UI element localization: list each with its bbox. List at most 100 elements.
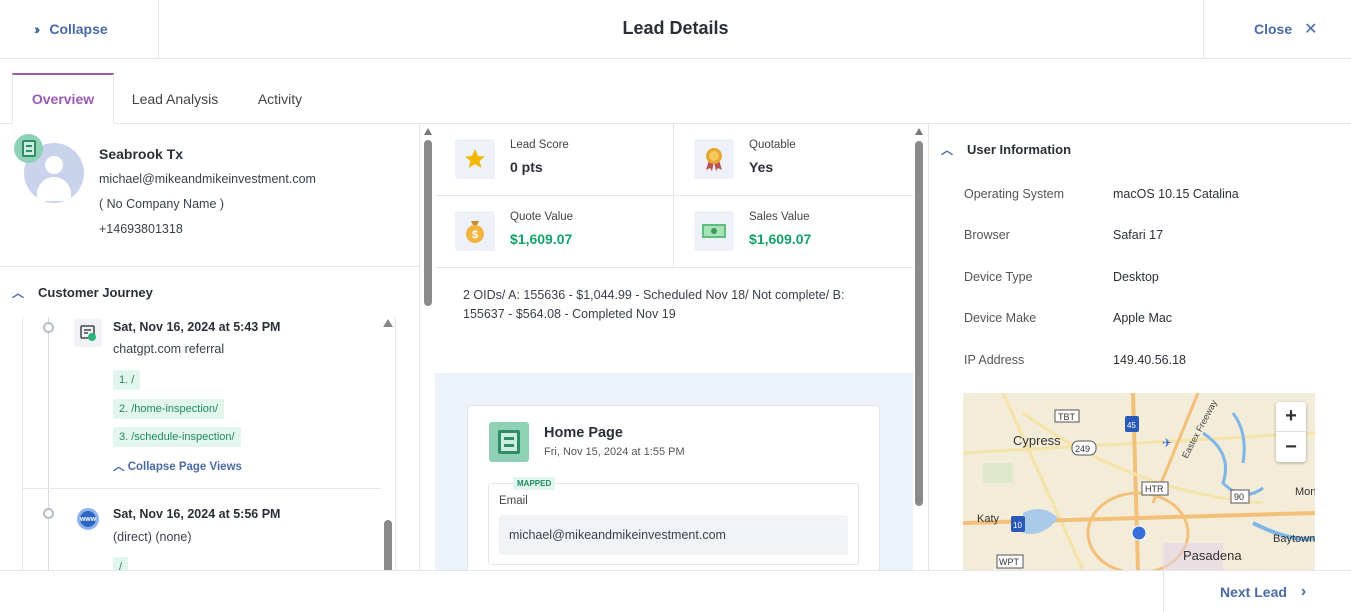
os-value: macOS 10.15 Catalina [1113, 187, 1239, 201]
map-label-baytown: Baytown [1273, 533, 1315, 545]
map-label-mon: Mon [1295, 486, 1315, 498]
page-view-chip[interactable]: / [113, 557, 129, 570]
lead-note: 2 OIDs/ A: 155636 - $1,044.99 - Schedule… [463, 288, 845, 321]
form-field: MAPPED Email michael@mikeandmikeinvestme… [488, 477, 859, 565]
quotable-value: Yes [749, 159, 774, 175]
journey-scrollbar[interactable] [383, 317, 393, 570]
star-icon [455, 139, 495, 179]
page-title: Lead Details [622, 18, 729, 38]
sales-value-amount: $1,609.07 [749, 231, 812, 247]
map-shield: 10 [1013, 521, 1022, 530]
map-label-katy: Katy [977, 513, 1000, 525]
browser-value: Safari 17 [1113, 228, 1164, 242]
form-icon [489, 422, 529, 462]
mapped-badge: MAPPED [513, 477, 556, 490]
close-icon: ✕ [1304, 21, 1318, 38]
device-make-value: Apple Mac [1113, 311, 1173, 325]
quotable-card: Quotable Yes [674, 124, 913, 196]
lead-score-card: Lead Score 0 pts [435, 124, 674, 196]
scroll-up-icon[interactable] [383, 319, 393, 327]
tab-lead-analysis[interactable]: Lead Analysis [124, 73, 226, 124]
double-chevron-right-icon: ›› [34, 21, 41, 37]
top-bar: ›› Collapse Lead Details Close ✕ [0, 0, 1351, 59]
page-view-chip[interactable]: 3. /schedule-inspection/ [113, 427, 241, 447]
tab-bar: Overview Lead Analysis Activity [0, 59, 1351, 124]
quote-value-amount: $1,609.07 [510, 231, 573, 247]
device-make-label: Device Make [964, 311, 1037, 325]
form-view-icon [74, 319, 102, 347]
lead-score-value: 0 pts [510, 159, 543, 175]
location-map[interactable]: Cypress Katy Pasadena Baytown Mon Eastex… [963, 393, 1315, 570]
close-label: Close [1254, 21, 1293, 37]
chevron-right-icon: › [1300, 582, 1307, 600]
form-submission-card: Home Page Fri, Nov 15, 2024 at 1:55 PM M… [467, 405, 880, 580]
scroll-thumb[interactable] [384, 520, 392, 570]
zoom-out-button[interactable]: − [1276, 432, 1306, 462]
journey-event-time: Sat, Nov 16, 2024 at 5:56 PM [113, 507, 281, 521]
quote-value-card: $ Quote Value $1,609.07 [435, 196, 674, 268]
middle-panel: Lead Score 0 pts Quotable Yes $ Quote Va… [435, 124, 913, 580]
collapse-label: Collapse [49, 21, 108, 37]
form-icon [14, 134, 43, 163]
close-button[interactable]: Close ✕ [1203, 0, 1351, 58]
zoom-in-button[interactable]: + [1276, 402, 1306, 432]
scroll-up-icon[interactable] [424, 128, 432, 135]
customer-journey-list[interactable]: Sat, Nov 16, 2024 at 5:43 PM chatgpt.com… [22, 317, 396, 570]
chevron-up-icon: ︿ [113, 461, 128, 473]
browser-label: Browser [964, 228, 1010, 242]
divider [23, 488, 381, 489]
scroll-thumb[interactable] [424, 140, 432, 306]
page-view-chip[interactable]: 2. /home-inspection/ [113, 399, 225, 419]
cash-stack-icon [694, 211, 734, 251]
map-shield: TBT [1058, 412, 1076, 422]
quote-value-label: Quote Value [510, 211, 574, 223]
chevron-up-icon: ︿ [941, 143, 954, 157]
scroll-up-icon[interactable] [915, 128, 923, 135]
collapse-page-views-button[interactable]: ︿ Collapse Page Views [113, 458, 242, 474]
quotable-label: Quotable [749, 139, 796, 151]
field-label: Email [499, 495, 528, 507]
user-information-panel: ︿ User Information Operating System macO… [928, 124, 1351, 570]
lead-phone: +14693801318 [99, 222, 183, 236]
ip-address-value: 149.40.56.18 [1113, 353, 1186, 367]
airport-icon: ✈ [1162, 436, 1172, 450]
award-ribbon-icon [694, 139, 734, 179]
form-title: Home Page [544, 425, 623, 441]
map-shield: WPT [999, 557, 1019, 567]
form-submissions-area: Home Page Fri, Nov 15, 2024 at 1:55 PM M… [435, 373, 913, 580]
email-field-value: michael@mikeandmikeinvestment.com [499, 515, 848, 555]
tab-overview[interactable]: Overview [12, 73, 114, 124]
lead-profile: Seabrook Tx michael@mikeandmikeinvestmen… [0, 124, 419, 267]
lead-score-label: Lead Score [510, 139, 569, 151]
timeline-line [48, 317, 49, 570]
left-panel-scrollbar[interactable] [423, 124, 433, 570]
timeline-node [43, 508, 54, 519]
map-shield: 90 [1234, 492, 1244, 502]
customer-journey-toggle[interactable]: ︿ Customer Journey [0, 268, 419, 316]
lead-company: ( No Company Name ) [99, 197, 225, 211]
map-shield: 45 [1127, 421, 1136, 430]
sales-value-card: Sales Value $1,609.07 [674, 196, 913, 268]
timeline-node [43, 322, 54, 333]
chevron-up-icon: ︿ [12, 285, 25, 300]
svg-text:$: $ [472, 229, 478, 241]
collapse-button[interactable]: ›› Collapse [0, 0, 159, 58]
map-label-pasadena: Pasadena [1183, 548, 1242, 563]
tab-activity[interactable]: Activity [240, 73, 320, 124]
customer-journey-title: Customer Journey [38, 284, 153, 300]
left-panel: Seabrook Tx michael@mikeandmikeinvestmen… [0, 124, 420, 570]
next-lead-label: Next Lead [1220, 583, 1287, 600]
os-label: Operating System [964, 187, 1065, 201]
device-type-label: Device Type [964, 270, 1033, 284]
scroll-thumb[interactable] [915, 141, 923, 506]
page-view-chip[interactable]: 1. / [113, 370, 141, 390]
middle-panel-scrollbar[interactable] [914, 124, 924, 570]
journey-event-source: chatgpt.com referral [113, 342, 225, 356]
money-bag-icon: $ [455, 211, 495, 251]
next-lead-button[interactable]: Next Lead › [1163, 571, 1351, 612]
user-information-toggle[interactable]: ︿ User Information [941, 141, 1071, 158]
journey-event-source: (direct) (none) [113, 530, 192, 544]
map-shield: 249 [1075, 444, 1090, 454]
device-type-value: Desktop [1113, 270, 1159, 284]
form-date: Fri, Nov 15, 2024 at 1:55 PM [544, 446, 685, 458]
